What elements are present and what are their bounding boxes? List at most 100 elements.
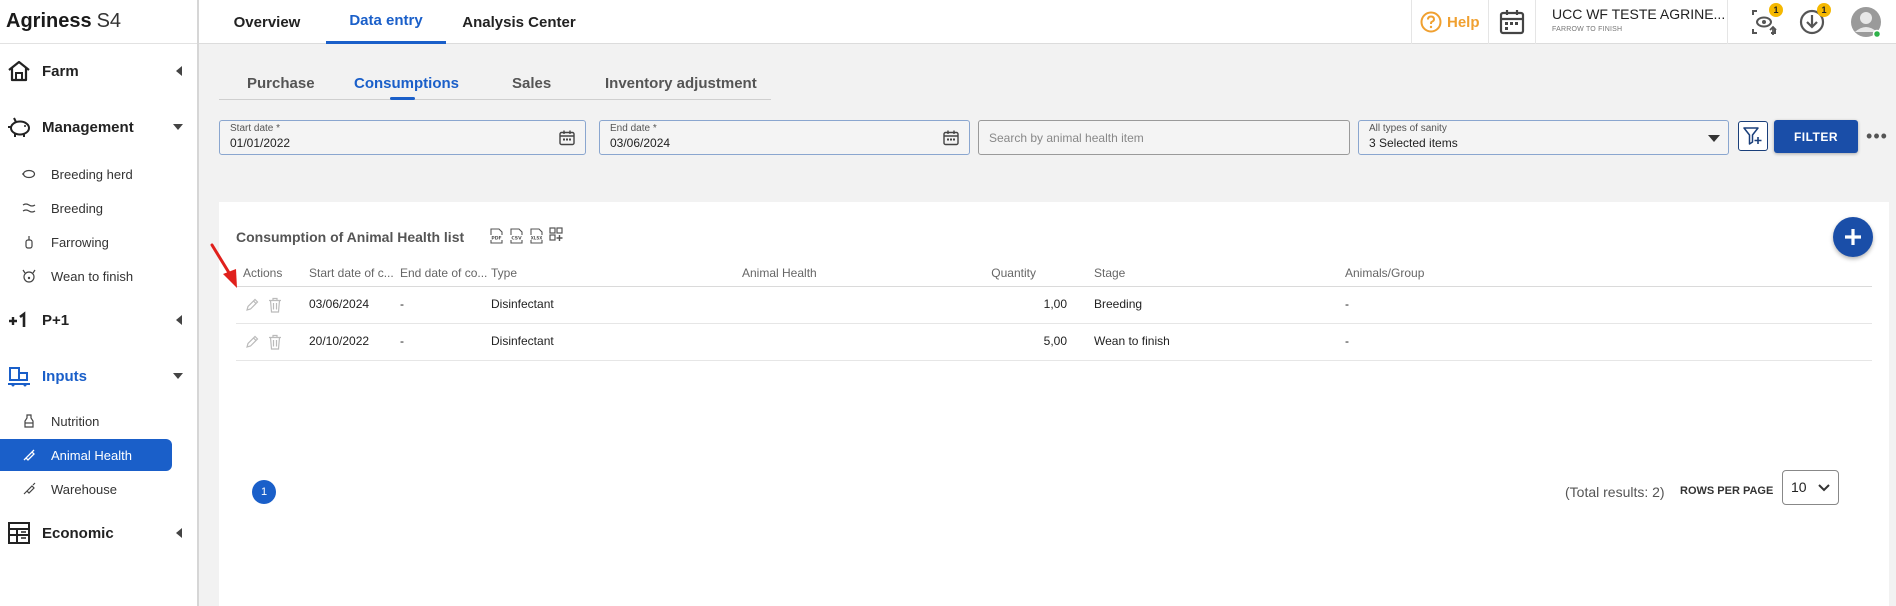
- sidebar-section-label: Management: [42, 118, 134, 136]
- delete-icon[interactable]: [267, 334, 283, 350]
- svg-text:XLSX: XLSX: [531, 235, 543, 240]
- page-button-1[interactable]: 1: [252, 480, 276, 504]
- search-field[interactable]: [978, 120, 1350, 155]
- sidebar-item-label: Wean to finish: [51, 268, 134, 284]
- column-header-animals-group[interactable]: Animals/Group: [1345, 266, 1424, 280]
- tab-overview[interactable]: Overview: [212, 0, 322, 44]
- sidebar-item-wean-to-finish[interactable]: Wean to finish: [0, 260, 172, 292]
- sidebar-section-inputs[interactable]: Inputs: [0, 361, 197, 391]
- sidebar-item-label: Breeding: [51, 200, 104, 216]
- sidebar: Agriness S4 Farm Management Breeding her…: [0, 0, 199, 606]
- sanity-type-value: 3 Selected items: [1369, 136, 1458, 150]
- inputs-icon: [8, 367, 30, 387]
- cell-quantity: 1,00: [1043, 297, 1067, 311]
- calendar-icon[interactable]: [559, 130, 575, 146]
- more-options-button[interactable]: •••: [1864, 124, 1890, 148]
- filter-button[interactable]: FILTER: [1774, 120, 1858, 153]
- cell-animals-group: -: [1345, 297, 1349, 311]
- chevron-down-icon: [173, 373, 183, 379]
- sidebar-item-nutrition[interactable]: Nutrition: [0, 405, 172, 437]
- sidebar-item-warehouse[interactable]: Warehouse: [0, 473, 172, 505]
- column-header-start-date[interactable]: Start date of c...: [309, 266, 394, 280]
- help-button[interactable]: Help: [1411, 0, 1488, 44]
- sidebar-item-breeding[interactable]: Breeding: [0, 192, 172, 224]
- chevron-left-icon: [176, 66, 182, 76]
- farm-name: UCC WF TESTE AGRINE...: [1552, 6, 1726, 22]
- cell-start-date: 20/10/2022: [309, 334, 370, 348]
- sidebar-item-animal-health[interactable]: Animal Health: [0, 439, 172, 471]
- sidebar-item-farrowing[interactable]: Farrowing: [0, 226, 172, 258]
- tab-purchase[interactable]: Purchase: [247, 68, 315, 100]
- column-header-type[interactable]: Type: [491, 266, 517, 280]
- consumption-list-card: Consumption of Animal Health list PDF CS…: [219, 202, 1889, 606]
- column-header-quantity[interactable]: Quantity: [991, 266, 1036, 280]
- farm-selector[interactable]: UCC WF TESTE AGRINE... FARROW TO FINISH: [1552, 6, 1726, 40]
- tab-consumptions[interactable]: Consumptions: [354, 68, 459, 100]
- column-header-end-date[interactable]: End date of co...: [400, 266, 487, 280]
- app-logo[interactable]: Agriness S4: [0, 0, 197, 44]
- advanced-filter-button[interactable]: [1738, 121, 1768, 151]
- end-date-label: End date *: [610, 123, 657, 134]
- add-consumption-button[interactable]: [1833, 217, 1873, 257]
- column-header-actions: Actions: [243, 266, 283, 280]
- delete-icon[interactable]: [267, 297, 283, 313]
- rows-per-page-value: 10: [1791, 479, 1807, 495]
- edit-icon[interactable]: [244, 297, 260, 313]
- calendar-icon[interactable]: [943, 130, 959, 146]
- xlsx-icon[interactable]: XLSX: [529, 228, 544, 244]
- sidebar-section-label: Farm: [42, 62, 79, 80]
- svg-text:CSV: CSV: [511, 235, 522, 241]
- breeding-herd-icon: [22, 169, 36, 179]
- column-header-animal-health[interactable]: Animal Health: [742, 266, 817, 280]
- sidebar-section-label: Inputs: [42, 367, 87, 385]
- table-row: 03/06/2024 - Disinfectant 1,00 Breeding …: [236, 287, 1872, 324]
- sidebar-item-label: Warehouse: [51, 481, 117, 497]
- columns-icon[interactable]: [549, 226, 564, 242]
- sidebar-item-breeding-herd[interactable]: Breeding herd: [0, 158, 172, 190]
- sidebar-section-management[interactable]: Management: [0, 112, 197, 142]
- sanity-type-select[interactable]: All types of sanity 3 Selected items: [1358, 120, 1729, 155]
- sidebar-item-label: Nutrition: [51, 413, 100, 429]
- chevron-down-icon: [1818, 484, 1830, 492]
- syringe-icon: [23, 449, 35, 461]
- tab-sales[interactable]: Sales: [512, 68, 551, 100]
- sidebar-section-farm[interactable]: Farm: [0, 56, 197, 86]
- warehouse-icon: [23, 482, 36, 495]
- list-title: Consumption of Animal Health list: [236, 229, 465, 245]
- sidebar-section-p1[interactable]: P+1: [0, 305, 197, 335]
- sidebar-section-label: Economic: [42, 524, 114, 542]
- brand-name: Agriness: [6, 10, 92, 32]
- notification-badge: 1: [1769, 3, 1783, 17]
- monitor-button[interactable]: 1: [1747, 3, 1783, 39]
- download-button[interactable]: 1: [1795, 3, 1831, 39]
- column-header-stage[interactable]: Stage: [1094, 266, 1125, 280]
- cell-end-date: -: [400, 334, 404, 348]
- end-date-field[interactable]: End date * 03/06/2024: [599, 120, 970, 155]
- pdf-icon[interactable]: PDF: [489, 228, 504, 244]
- cell-stage: Wean to finish: [1094, 334, 1170, 348]
- tab-inventory-adjustment[interactable]: Inventory adjustment: [605, 68, 757, 100]
- edit-icon[interactable]: [244, 334, 260, 350]
- chevron-down-icon: [173, 124, 183, 130]
- end-date-value: 03/06/2024: [610, 136, 671, 150]
- chevron-left-icon: [176, 315, 182, 325]
- rows-per-page-select[interactable]: 10: [1782, 470, 1839, 505]
- user-avatar[interactable]: [1849, 5, 1883, 39]
- svg-text:PDF: PDF: [491, 235, 501, 241]
- farm-type: FARROW TO FINISH: [1552, 26, 1623, 33]
- sub-tabs: Purchase Consumptions Sales Inventory ad…: [219, 68, 771, 100]
- search-input[interactable]: [979, 121, 1349, 154]
- chevron-left-icon: [176, 528, 182, 538]
- sidebar-section-economic[interactable]: Economic: [0, 518, 197, 548]
- help-label: Help: [1447, 13, 1480, 31]
- start-date-value: 01/01/2022: [230, 136, 291, 150]
- calendar-button[interactable]: [1488, 0, 1536, 44]
- plus-one-icon: [9, 311, 26, 327]
- wean-to-finish-icon: [22, 269, 36, 283]
- csv-icon[interactable]: CSV: [509, 228, 524, 244]
- notification-badge: 1: [1817, 3, 1831, 17]
- tab-analysis-center[interactable]: Analysis Center: [454, 0, 584, 44]
- filter-add-icon: [1743, 127, 1762, 145]
- start-date-field[interactable]: Start date * 01/01/2022: [219, 120, 586, 155]
- tab-data-entry[interactable]: Data entry: [326, 0, 446, 44]
